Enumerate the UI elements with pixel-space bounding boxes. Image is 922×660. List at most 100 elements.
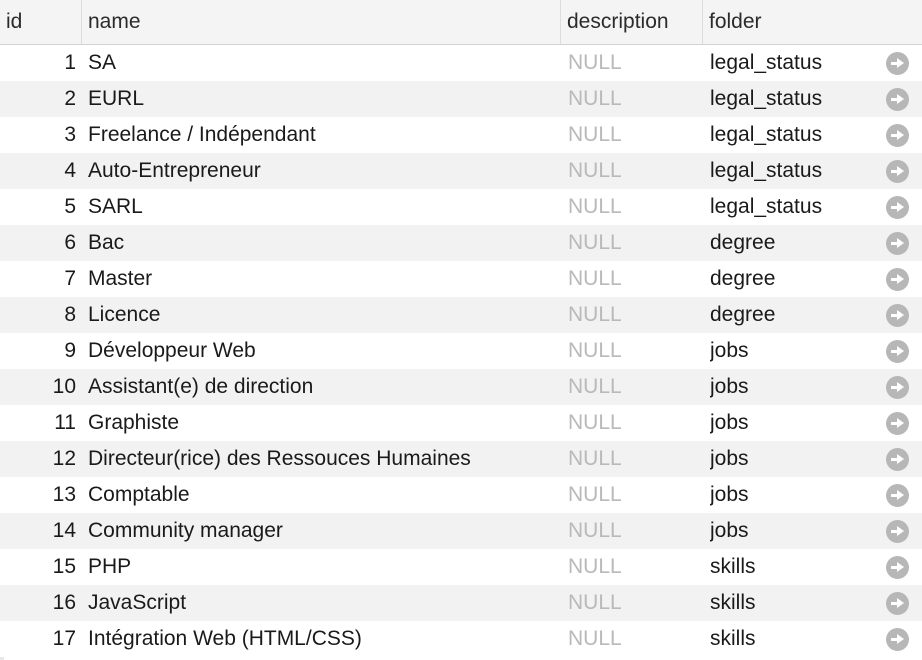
cell-name[interactable]: Auto-Entrepreneur: [88, 153, 558, 189]
cell-name[interactable]: PHP: [88, 549, 558, 585]
cell-name[interactable]: SARL: [88, 189, 558, 225]
cell-name[interactable]: JavaScript: [88, 585, 558, 621]
cell-folder[interactable]: degree: [710, 261, 870, 297]
arrow-right-circle-icon[interactable]: [886, 124, 909, 147]
cell-name[interactable]: Freelance / Indépendant: [88, 117, 558, 153]
cell-id[interactable]: 17: [4, 621, 76, 657]
cell-name[interactable]: Graphiste: [88, 405, 558, 441]
cell-folder[interactable]: jobs: [710, 369, 870, 405]
cell-description[interactable]: NULL: [568, 117, 698, 153]
cell-id[interactable]: 15: [4, 549, 76, 585]
table-row[interactable]: 12 Directeur(rice) des Ressouces Humaines…: [0, 441, 922, 477]
arrow-right-circle-icon[interactable]: [886, 88, 909, 111]
cell-folder[interactable]: degree: [710, 225, 870, 261]
column-header-folder[interactable]: folder: [703, 0, 922, 44]
cell-folder[interactable]: legal_status: [710, 45, 870, 81]
arrow-right-circle-icon[interactable]: [886, 520, 909, 543]
table-row[interactable]: 17 Intégration Web (HTML/CSS) NULL skills: [0, 621, 922, 657]
cell-id[interactable]: 14: [4, 513, 76, 549]
arrow-right-circle-icon[interactable]: [886, 232, 909, 255]
arrow-right-circle-icon[interactable]: [886, 340, 909, 363]
arrow-right-circle-icon[interactable]: [886, 304, 909, 327]
arrow-right-circle-icon[interactable]: [886, 376, 909, 399]
cell-id[interactable]: 11: [4, 405, 76, 441]
table-row[interactable]: 9 Développeur Web NULL jobs: [0, 333, 922, 369]
cell-description[interactable]: NULL: [568, 333, 698, 369]
table-row[interactable]: 5 SARL NULL legal_status: [0, 189, 922, 225]
arrow-right-circle-icon[interactable]: [886, 160, 909, 183]
cell-folder[interactable]: degree: [710, 297, 870, 333]
cell-id[interactable]: 8: [4, 297, 76, 333]
cell-description[interactable]: NULL: [568, 477, 698, 513]
cell-folder[interactable]: skills: [710, 621, 870, 657]
column-header-name[interactable]: name: [82, 0, 561, 44]
cell-folder[interactable]: legal_status: [710, 117, 870, 153]
cell-folder[interactable]: jobs: [710, 477, 870, 513]
cell-id[interactable]: 12: [4, 441, 76, 477]
cell-name[interactable]: Master: [88, 261, 558, 297]
cell-id[interactable]: 10: [4, 369, 76, 405]
table-row[interactable]: 15 PHP NULL skills: [0, 549, 922, 585]
cell-description[interactable]: NULL: [568, 225, 698, 261]
cell-id[interactable]: 3: [4, 117, 76, 153]
cell-description[interactable]: NULL: [568, 189, 698, 225]
cell-folder[interactable]: legal_status: [710, 189, 870, 225]
cell-description[interactable]: NULL: [568, 261, 698, 297]
arrow-right-circle-icon[interactable]: [886, 448, 909, 471]
table-row[interactable]: 16 JavaScript NULL skills: [0, 585, 922, 621]
cell-description[interactable]: NULL: [568, 585, 698, 621]
cell-id[interactable]: 2: [4, 81, 76, 117]
cell-description[interactable]: NULL: [568, 369, 698, 405]
cell-description[interactable]: NULL: [568, 81, 698, 117]
arrow-right-circle-icon[interactable]: [886, 628, 909, 651]
cell-description[interactable]: NULL: [568, 513, 698, 549]
arrow-right-circle-icon[interactable]: [886, 412, 909, 435]
cell-name[interactable]: Licence: [88, 297, 558, 333]
table-row[interactable]: 4 Auto-Entrepreneur NULL legal_status: [0, 153, 922, 189]
cell-description[interactable]: NULL: [568, 405, 698, 441]
cell-name[interactable]: SA: [88, 45, 558, 81]
cell-folder[interactable]: jobs: [710, 333, 870, 369]
arrow-right-circle-icon[interactable]: [886, 592, 909, 615]
table-row[interactable]: 7 Master NULL degree: [0, 261, 922, 297]
cell-id[interactable]: 13: [4, 477, 76, 513]
arrow-right-circle-icon[interactable]: [886, 196, 909, 219]
table-row[interactable]: 8 Licence NULL degree: [0, 297, 922, 333]
table-row[interactable]: 6 Bac NULL degree: [0, 225, 922, 261]
column-header-id[interactable]: id: [0, 0, 82, 44]
arrow-right-circle-icon[interactable]: [886, 484, 909, 507]
cell-folder[interactable]: legal_status: [710, 81, 870, 117]
cell-name[interactable]: Assistant(e) de direction: [88, 369, 558, 405]
cell-name[interactable]: Développeur Web: [88, 333, 558, 369]
cell-folder[interactable]: jobs: [710, 405, 870, 441]
cell-id[interactable]: 1: [4, 45, 76, 81]
cell-folder[interactable]: jobs: [710, 441, 870, 477]
cell-folder[interactable]: legal_status: [710, 153, 870, 189]
arrow-right-circle-icon[interactable]: [886, 268, 909, 291]
arrow-right-circle-icon[interactable]: [886, 556, 909, 579]
cell-description[interactable]: NULL: [568, 297, 698, 333]
cell-name[interactable]: Bac: [88, 225, 558, 261]
cell-description[interactable]: NULL: [568, 621, 698, 657]
cell-description[interactable]: NULL: [568, 441, 698, 477]
cell-id[interactable]: 9: [4, 333, 76, 369]
table-row[interactable]: 14 Community manager NULL jobs: [0, 513, 922, 549]
cell-id[interactable]: 7: [4, 261, 76, 297]
cell-folder[interactable]: jobs: [710, 513, 870, 549]
cell-name[interactable]: Community manager: [88, 513, 558, 549]
cell-description[interactable]: NULL: [568, 45, 698, 81]
table-row[interactable]: 10 Assistant(e) de direction NULL jobs: [0, 369, 922, 405]
cell-description[interactable]: NULL: [568, 153, 698, 189]
cell-id[interactable]: 6: [4, 225, 76, 261]
cell-folder[interactable]: skills: [710, 549, 870, 585]
arrow-right-circle-icon[interactable]: [886, 52, 909, 75]
cell-folder[interactable]: skills: [710, 585, 870, 621]
table-row[interactable]: 1 SA NULL legal_status: [0, 45, 922, 81]
table-row[interactable]: 2 EURL NULL legal_status: [0, 81, 922, 117]
cell-name[interactable]: Intégration Web (HTML/CSS): [88, 621, 558, 657]
table-row[interactable]: 13 Comptable NULL jobs: [0, 477, 922, 513]
table-row[interactable]: 11 Graphiste NULL jobs: [0, 405, 922, 441]
cell-id[interactable]: 5: [4, 189, 76, 225]
cell-name[interactable]: Directeur(rice) des Ressouces Humaines: [88, 441, 558, 477]
cell-id[interactable]: 4: [4, 153, 76, 189]
